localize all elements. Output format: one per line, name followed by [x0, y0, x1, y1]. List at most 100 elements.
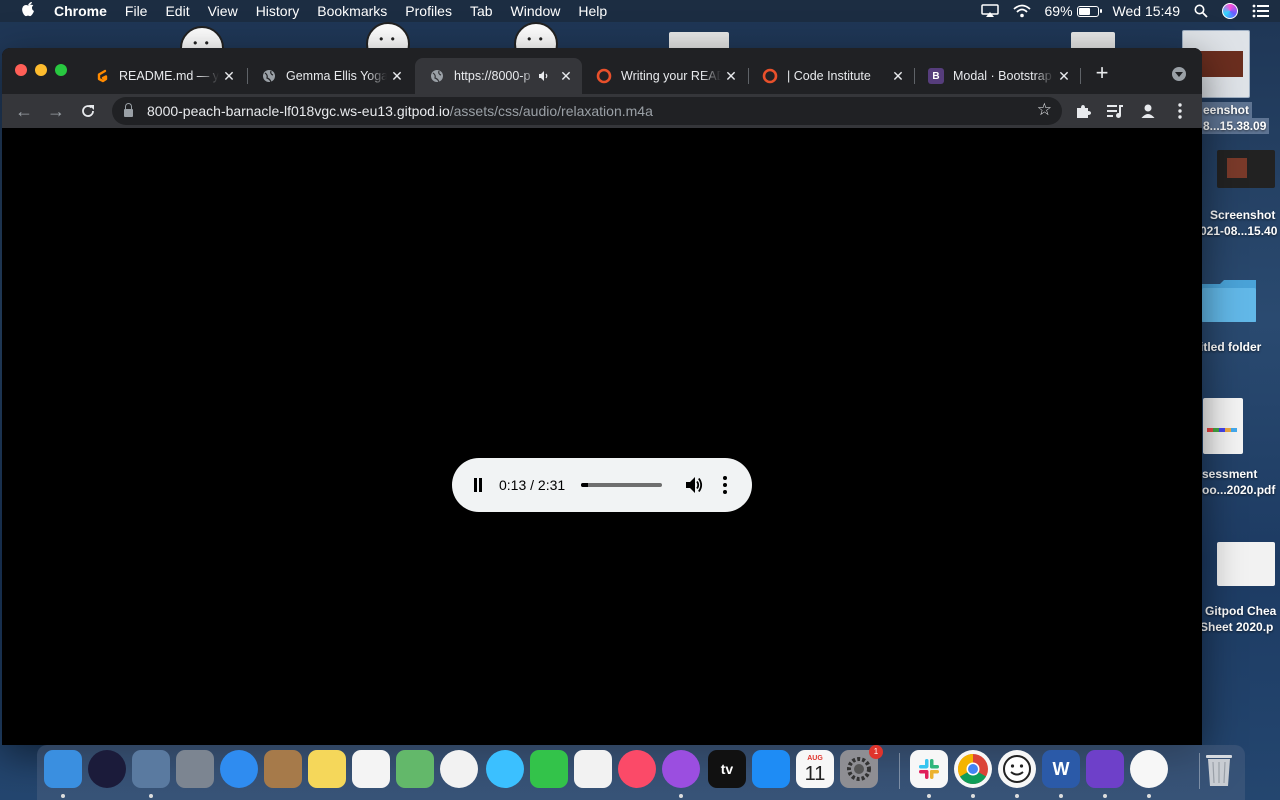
slack-icon[interactable] [910, 750, 948, 788]
reload-icon[interactable] [77, 100, 99, 122]
messages-icon[interactable] [486, 750, 524, 788]
pause-icon[interactable] [472, 478, 484, 492]
bootstrap-icon: B [928, 68, 944, 84]
app-store-icon[interactable] [752, 750, 790, 788]
url-path: /assets/css/audio/relaxation.m4a [449, 103, 653, 119]
menu-history[interactable]: History [256, 3, 300, 19]
siri-icon[interactable] [1222, 3, 1238, 19]
close-tab-icon[interactable]: ✕ [556, 68, 576, 85]
running-indicator [1015, 794, 1019, 798]
face-app-icon[interactable] [998, 750, 1036, 788]
tab-active-audio[interactable]: https://8000-p ✕ [415, 58, 582, 94]
forward-arrow-icon[interactable]: → [45, 100, 67, 122]
back-arrow-icon[interactable]: ← [13, 100, 35, 122]
system-preferences-icon[interactable]: 1 [840, 745, 883, 788]
podcasts-icon[interactable] [662, 750, 700, 788]
tab-audio-playing-icon[interactable] [538, 70, 550, 82]
word-icon[interactable]: W [1042, 750, 1080, 788]
calendar-icon[interactable]: AUG 11 [796, 750, 834, 788]
close-tab-icon[interactable]: ✕ [721, 68, 741, 85]
launchpad-icon[interactable] [176, 750, 214, 788]
new-tab-button[interactable]: + [1092, 62, 1112, 84]
running-indicator [927, 794, 931, 798]
battery-charging-icon[interactable] [1076, 5, 1102, 17]
media-controls-icon[interactable] [1104, 100, 1126, 122]
apple-tv-icon[interactable]: tv [708, 750, 746, 788]
search-icon[interactable] [1194, 4, 1208, 18]
menu-tab[interactable]: Tab [470, 3, 493, 19]
desktop-item-label: sessment [1202, 467, 1258, 481]
desktop-item-label: 021-08...15.40 [1200, 224, 1278, 238]
tab-writing-readme[interactable]: Writing your READ ✕ [582, 58, 747, 94]
minimize-window-button[interactable] [35, 64, 47, 76]
gitpod-icon [94, 68, 110, 84]
facetime-icon[interactable] [530, 750, 568, 788]
code-institute-icon [762, 68, 778, 84]
browser-window: README.md — yo ✕ Gemma Ellis Yoga ✕ http… [2, 48, 1202, 745]
safari-icon[interactable] [220, 750, 258, 788]
notification-badge: 1 [869, 745, 883, 759]
close-tab-icon[interactable]: ✕ [1054, 68, 1074, 85]
tab-code-institute[interactable]: | Code Institute ✕ [748, 58, 914, 94]
close-window-button[interactable] [15, 64, 27, 76]
more-menu-icon[interactable] [1169, 100, 1191, 122]
github-desktop-icon[interactable] [1086, 750, 1124, 788]
menu-edit[interactable]: Edit [165, 3, 189, 19]
close-tab-icon[interactable]: ✕ [219, 68, 239, 85]
menu-window[interactable]: Window [511, 3, 561, 19]
menu-file[interactable]: File [125, 3, 148, 19]
notes-icon[interactable] [308, 750, 346, 788]
tab-modal-bootstrap[interactable]: B Modal · Bootstrap ✕ [914, 58, 1080, 94]
seek-bar-progress [581, 483, 588, 487]
maximize-window-button[interactable] [55, 64, 67, 76]
seek-bar[interactable] [581, 483, 662, 487]
menu-bar: Chrome File Edit View History Bookmarks … [0, 0, 1280, 22]
profile-icon[interactable] [1137, 100, 1159, 122]
finder-icon[interactable] [44, 750, 82, 788]
trash-icon[interactable] [1200, 750, 1238, 788]
photos-icon[interactable] [440, 750, 478, 788]
reminders-icon[interactable] [352, 750, 390, 788]
running-indicator [679, 794, 683, 798]
close-tab-icon[interactable]: ✕ [387, 68, 407, 85]
menu-bookmarks[interactable]: Bookmarks [317, 3, 387, 19]
tab-readme[interactable]: README.md — yo ✕ [80, 58, 245, 94]
menu-profiles[interactable]: Profiles [405, 3, 452, 19]
dock: tv AUG 11 1 W [37, 745, 1245, 800]
control-center-icon[interactable] [1252, 4, 1270, 18]
contacts-icon[interactable] [264, 750, 302, 788]
tab-gemma-ellis-yoga[interactable]: Gemma Ellis Yoga ✕ [247, 58, 413, 94]
battery-percent[interactable]: 69% [1045, 3, 1073, 19]
tab-title: | Code Institute [787, 69, 871, 83]
maps-icon[interactable] [396, 750, 434, 788]
lock-icon[interactable] [124, 103, 133, 117]
apple-icon[interactable] [18, 1, 38, 21]
wifi-icon[interactable] [1012, 4, 1031, 18]
bookmark-star-icon[interactable]: ☆ [1037, 100, 1052, 120]
close-tab-icon[interactable]: ✕ [888, 68, 908, 85]
volume-icon[interactable] [684, 475, 704, 495]
mail-stamp-icon[interactable] [132, 750, 170, 788]
tab-search-icon[interactable] [1172, 67, 1186, 81]
menu-help[interactable]: Help [578, 3, 607, 19]
chrome-icon[interactable] [954, 750, 992, 788]
airplay-icon[interactable] [980, 4, 999, 18]
extensions-puzzle-icon[interactable] [1072, 100, 1094, 122]
audio-player[interactable]: 0:13 / 2:31 [452, 458, 752, 512]
messenger-icon[interactable] [1130, 750, 1168, 788]
menu-view[interactable]: View [208, 3, 238, 19]
browser-toolbar: ← → 8000-peach-barnacle-lf018vgc.ws-eu13… [2, 94, 1202, 128]
status-area: 69% Wed 15:49 [967, 0, 1271, 22]
siri-icon[interactable] [88, 750, 126, 788]
clock[interactable]: Wed 15:49 [1113, 3, 1180, 19]
news-icon[interactable] [574, 750, 612, 788]
desktop-item-label: 8...15.38.09 [1200, 118, 1270, 134]
url-text[interactable]: 8000-peach-barnacle-lf018vgc.ws-eu13.git… [147, 103, 653, 119]
menu-app-name[interactable]: Chrome [54, 3, 107, 19]
music-icon[interactable] [618, 750, 656, 788]
url-host: 8000-peach-barnacle-lf018vgc.ws-eu13.git… [147, 103, 450, 119]
globe-icon [429, 68, 445, 84]
tab-title: https://8000-p [454, 69, 531, 83]
more-options-icon[interactable] [722, 476, 728, 494]
address-bar[interactable]: 8000-peach-barnacle-lf018vgc.ws-eu13.git… [112, 97, 1062, 125]
